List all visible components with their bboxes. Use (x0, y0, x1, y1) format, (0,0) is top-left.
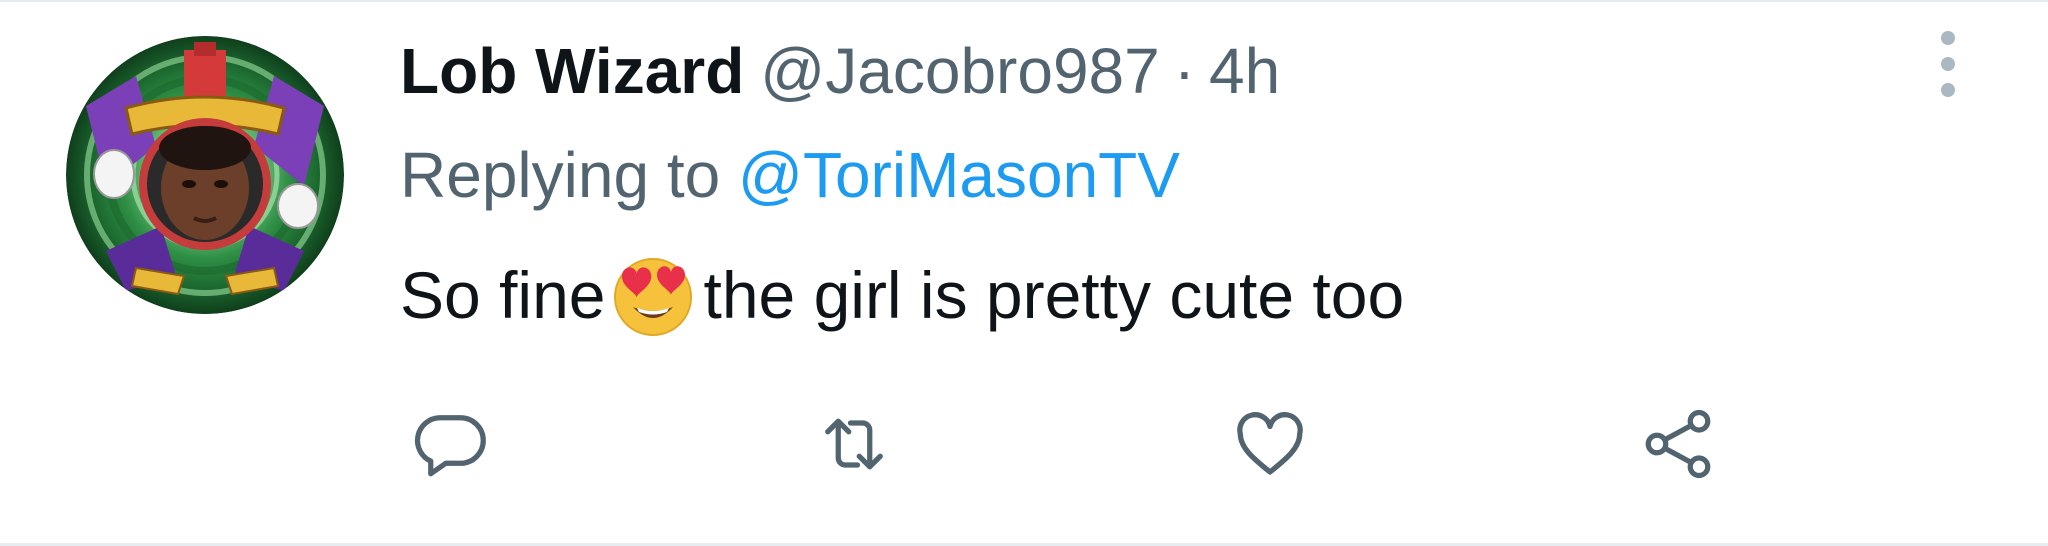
tweet-text: So fine the girl is pretty cute too (400, 248, 1404, 342)
display-name[interactable]: Lob Wizard (400, 26, 744, 116)
header-separator: · (1173, 35, 1196, 107)
more-options-button[interactable] (1920, 22, 1976, 106)
tweet-timestamp[interactable]: 4h (1209, 26, 1280, 116)
reply-to-handle-link[interactable]: @ToriMasonTV (738, 139, 1180, 211)
tweet-actions (0, 394, 2048, 494)
comment-icon (414, 415, 486, 477)
share-icon (1645, 409, 1711, 479)
more-vertical-icon (1941, 31, 1955, 97)
retweet-button[interactable] (804, 394, 904, 494)
tweet-text-part-1: So fine (400, 258, 606, 332)
share-button[interactable] (1628, 394, 1728, 494)
user-avatar[interactable] (66, 36, 344, 314)
retweet-icon (825, 418, 883, 470)
user-handle[interactable]: @Jacobro987 (760, 26, 1159, 116)
like-button[interactable] (1220, 394, 1320, 494)
heart-eyes-emoji-icon (614, 258, 693, 336)
avatar-image (66, 36, 344, 314)
tweet-card[interactable]: Lob Wizard @Jacobro987 · 4h Replying to … (0, 0, 2048, 546)
replying-to-label: Replying to (400, 139, 738, 211)
tweet-text-part-2: the girl is pretty cute too (703, 258, 1405, 332)
tweet-header: Lob Wizard @Jacobro987 · 4h (400, 26, 1280, 116)
heart-icon (1237, 412, 1303, 475)
reply-button[interactable] (400, 394, 500, 494)
replying-to-line: Replying to @ToriMasonTV (400, 130, 1180, 220)
